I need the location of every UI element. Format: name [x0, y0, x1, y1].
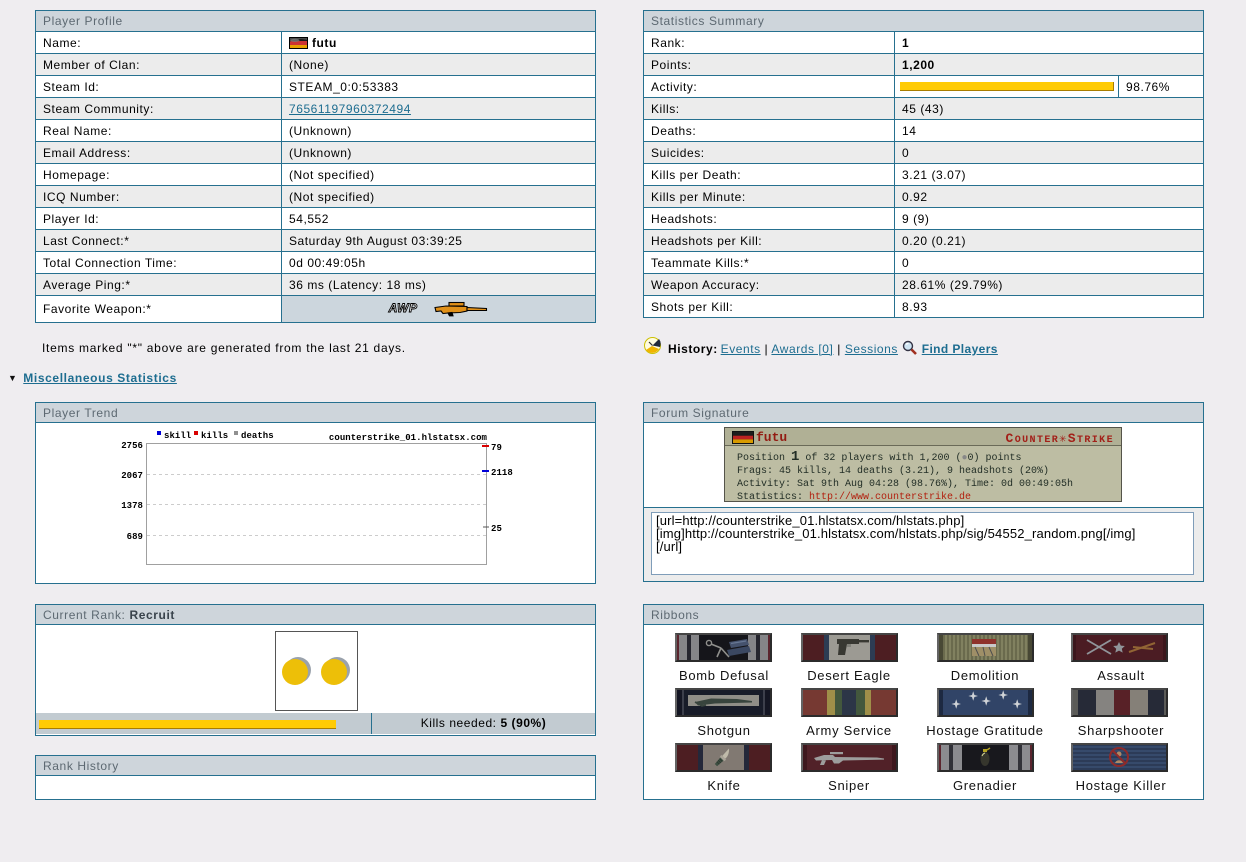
svg-text:25: 25 [491, 524, 502, 534]
svg-text:counterstrike_01.hlstatsx.com: counterstrike_01.hlstatsx.com [329, 433, 488, 443]
svg-text:deaths: deaths [241, 431, 274, 441]
svg-text:skill: skill [164, 431, 192, 441]
svg-text:2756: 2756 [121, 441, 143, 451]
svg-text:689: 689 [127, 532, 143, 542]
svg-text:2118: 2118 [491, 468, 513, 478]
svg-text:kills: kills [201, 431, 228, 441]
svg-text:79: 79 [491, 443, 502, 453]
svg-text:1378: 1378 [121, 501, 143, 511]
svg-text:2067: 2067 [121, 471, 143, 481]
